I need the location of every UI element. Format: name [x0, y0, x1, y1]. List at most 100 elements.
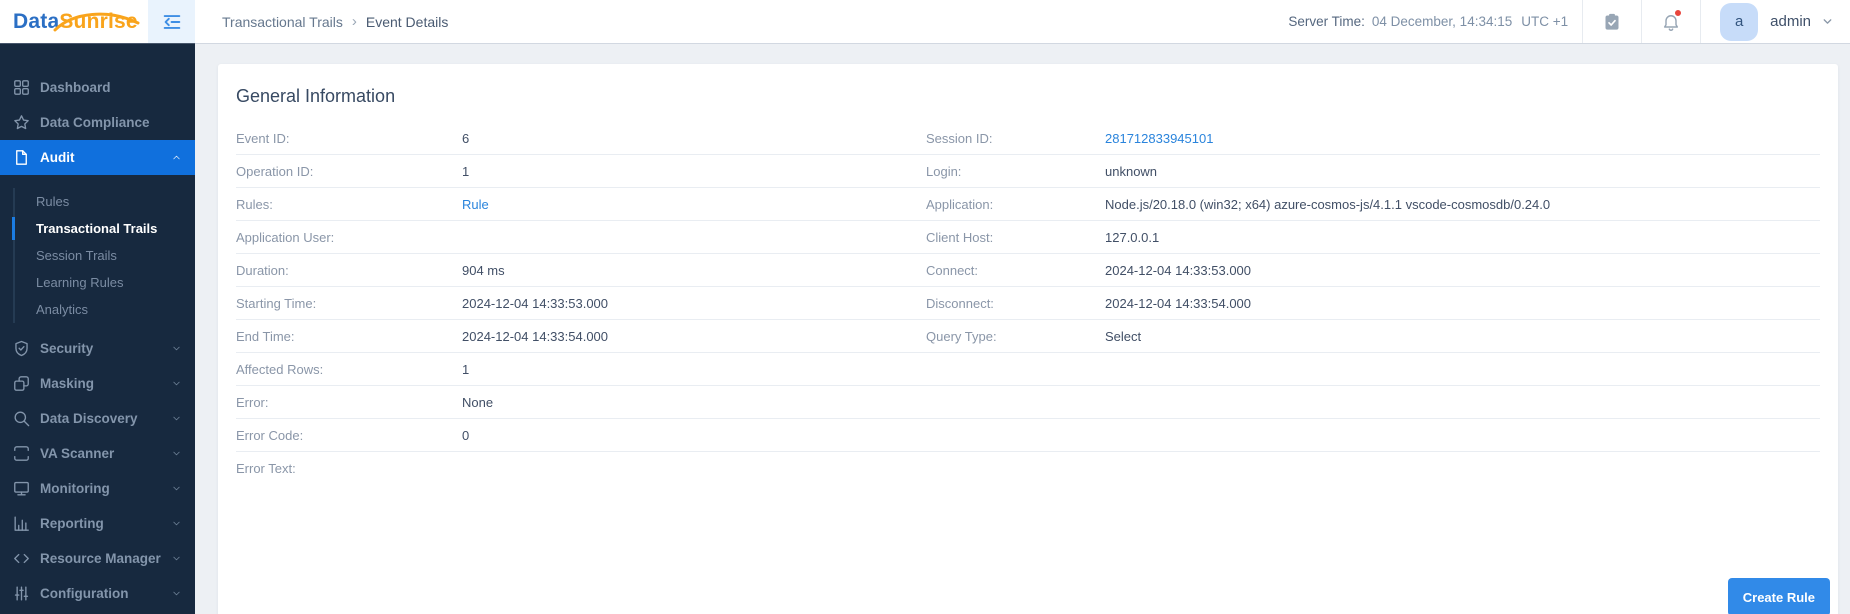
body-row: Dashboard Data Compliance Audit RulesTransa… — [0, 43, 1850, 614]
shield-check-icon — [12, 339, 31, 358]
server-time-timezone: UTC +1 — [1521, 14, 1568, 29]
field-label: Error: — [236, 395, 462, 410]
sidebar-item-data-discovery[interactable]: Data Discovery — [0, 401, 195, 436]
sidebar-item-data-compliance[interactable]: Data Compliance — [0, 105, 195, 140]
bar-chart-icon — [12, 514, 31, 533]
app-header: DataSunrise Transactional Trails › Event… — [0, 0, 1850, 43]
field-value: None — [462, 395, 926, 410]
clipboard-check-icon — [1602, 12, 1622, 32]
field-row: Event ID:6Session ID:281712833945101 — [236, 122, 1820, 155]
field-value: 6 — [462, 131, 926, 146]
field-label: Query Type: — [926, 329, 1105, 344]
server-time-value: 04 December, 14:34:15 — [1372, 14, 1512, 29]
sidebar-item-reporting[interactable]: Reporting — [0, 506, 195, 541]
user-menu[interactable]: a admin — [1701, 0, 1834, 43]
field-label: Operation ID: — [236, 164, 462, 179]
sidebar-item-learning-rules[interactable]: Learning Rules — [0, 269, 195, 296]
sidebar-item-label: Reporting — [40, 516, 171, 531]
field-label: Login: — [926, 164, 1105, 179]
field-label: Connect: — [926, 263, 1105, 278]
field-grid: Event ID:6Session ID:281712833945101 Oper… — [236, 122, 1820, 485]
session-id-link[interactable]: 281712833945101 — [1105, 131, 1820, 146]
chevron-down-icon — [1821, 15, 1834, 28]
field-value: 2024-12-04 14:33:53.000 — [1105, 263, 1820, 278]
field-row: Application User: Client Host:127.0.0.1 — [236, 221, 1820, 254]
field-label: Disconnect: — [926, 296, 1105, 311]
sidebar-item-label: Dashboard — [40, 80, 182, 95]
scanner-icon — [12, 444, 31, 463]
field-row: Error Code:0 — [236, 419, 1820, 452]
tasks-button[interactable] — [1583, 0, 1641, 43]
masking-icon — [12, 374, 31, 393]
sidebar-item-monitoring[interactable]: Monitoring — [0, 471, 195, 506]
sidebar-item-label: Security — [40, 341, 171, 356]
collapse-sidebar-icon — [161, 11, 183, 33]
sidebar-item-transactional-trails[interactable]: Transactional Trails — [0, 215, 195, 242]
field-row: Error:None — [236, 386, 1820, 419]
chevron-down-icon — [171, 588, 182, 599]
chevron-down-icon — [171, 448, 182, 459]
field-value: 2024-12-04 14:33:54.000 — [462, 329, 926, 344]
chevron-down-icon — [171, 378, 182, 389]
sidebar-item-label: Configuration — [40, 586, 171, 601]
sidebar-item-masking[interactable]: Masking — [0, 366, 195, 401]
field-value: 0 — [462, 428, 926, 443]
sidebar-item-rules[interactable]: Rules — [0, 188, 195, 215]
sidebar-item-resource-manager[interactable]: Resource Manager — [0, 541, 195, 576]
notifications-button[interactable] — [1642, 0, 1700, 43]
field-value: 2024-12-04 14:33:53.000 — [462, 296, 926, 311]
sidebar-item-va-scanner[interactable]: VA Scanner — [0, 436, 195, 471]
sidebar-item-configuration[interactable]: Configuration — [0, 576, 195, 611]
sidebar-item-audit[interactable]: Audit — [0, 140, 195, 175]
user-name: admin — [1770, 13, 1811, 30]
field-value: 1 — [462, 362, 926, 377]
breadcrumb-parent[interactable]: Transactional Trails — [222, 14, 343, 30]
header-right: Server Time: 04 December, 14:34:15 UTC +… — [1288, 0, 1850, 43]
dashboard-icon — [12, 78, 31, 97]
rule-link[interactable]: Rule — [462, 197, 926, 212]
sidebar-item-label: VA Scanner — [40, 446, 171, 461]
field-row: End Time:2024-12-04 14:33:54.000Query Ty… — [236, 320, 1820, 353]
create-rule-button[interactable]: Create Rule — [1728, 578, 1830, 614]
field-value: Select — [1105, 329, 1820, 344]
field-row: Duration:904 msConnect:2024-12-04 14:33:… — [236, 254, 1820, 287]
field-label: Session ID: — [926, 131, 1105, 146]
breadcrumb: Transactional Trails › Event Details — [222, 13, 448, 30]
server-time-label: Server Time: — [1288, 14, 1365, 29]
field-label: Rules: — [236, 197, 462, 212]
sidebar-item-label: Resource Manager — [40, 551, 171, 566]
field-value: 127.0.0.1 — [1105, 230, 1820, 245]
field-value: 2024-12-04 14:33:54.000 — [1105, 296, 1820, 311]
logo-text-data: Data — [13, 10, 59, 33]
logo[interactable]: DataSunrise — [0, 10, 148, 34]
sidebar-item-security[interactable]: Security — [0, 331, 195, 366]
logo-text-sunrise: Sunrise — [59, 10, 137, 33]
field-label: Starting Time: — [236, 296, 462, 311]
field-row: Rules:RuleApplication:Node.js/20.18.0 (w… — [236, 188, 1820, 221]
field-label: Client Host: — [926, 230, 1105, 245]
general-information-card: General Information Event ID:6Session ID… — [218, 64, 1838, 614]
breadcrumb-separator: › — [352, 13, 357, 30]
sidebar-item-label: Masking — [40, 376, 171, 391]
chevron-down-icon — [171, 413, 182, 424]
code-icon — [12, 549, 31, 568]
collapse-sidebar-button[interactable] — [148, 0, 195, 43]
sidebar-item-session-trails[interactable]: Session Trails — [0, 242, 195, 269]
monitor-icon — [12, 479, 31, 498]
app: DataSunrise Transactional Trails › Event… — [0, 0, 1850, 614]
field-label: Affected Rows: — [236, 362, 462, 377]
field-row: Error Text: — [236, 452, 1820, 485]
sidebar-item-dashboard[interactable]: Dashboard — [0, 70, 195, 105]
chevron-down-icon — [171, 518, 182, 529]
sidebar-item-label: Audit — [40, 150, 171, 165]
field-row: Starting Time:2024-12-04 14:33:53.000Dis… — [236, 287, 1820, 320]
sidebar-item-label: Monitoring — [40, 481, 171, 496]
field-value: 904 ms — [462, 263, 926, 278]
sidebar-nav: Dashboard Data Compliance Audit RulesTransa… — [0, 43, 195, 614]
field-value: Node.js/20.18.0 (win32; x64) azure-cosmo… — [1105, 197, 1820, 212]
sidebar-item-analytics[interactable]: Analytics — [0, 296, 195, 323]
field-row: Affected Rows:1 — [236, 353, 1820, 386]
field-label: End Time: — [236, 329, 462, 344]
sidebar-item-label: Data Compliance — [40, 115, 182, 130]
field-label: Application User: — [236, 230, 462, 245]
